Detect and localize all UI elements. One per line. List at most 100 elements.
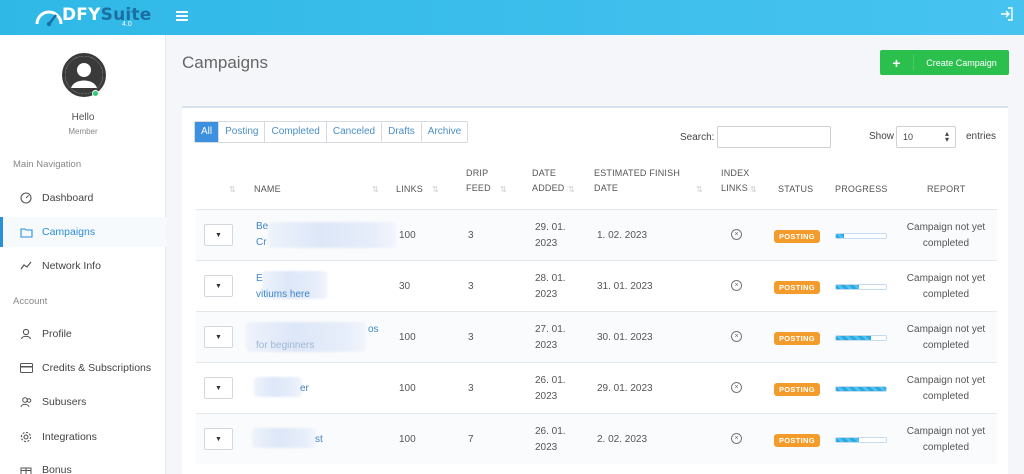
row-actions-dropdown[interactable]: ▼ — [204, 377, 233, 399]
user-icon — [19, 327, 33, 341]
filter-canceled[interactable]: Canceled — [327, 122, 383, 142]
sidebar-item-dashboard[interactable]: Dashboard — [0, 183, 166, 213]
date-added: 26. 01. 2023 — [535, 375, 566, 402]
report-text: Campaign not yet completed — [906, 324, 986, 351]
search-input[interactable] — [717, 126, 831, 148]
hamburger-icon[interactable] — [176, 8, 188, 24]
col-header-drip-feed[interactable]: DRIP FEED — [466, 166, 491, 196]
logout-icon[interactable] — [1000, 7, 1014, 21]
sidebar-item-label: Dashboard — [42, 192, 94, 204]
sort-icon[interactable]: ⇅ — [696, 185, 703, 194]
sidebar-item-profile[interactable]: Profile — [0, 319, 166, 349]
create-campaign-button[interactable]: + Create Campaign — [880, 50, 1009, 75]
gift-icon — [19, 463, 33, 474]
greeting: Hello — [71, 112, 95, 123]
main-nav-title: Main Navigation — [13, 159, 82, 170]
col-header-report: REPORT — [927, 184, 966, 194]
row-actions-dropdown[interactable]: ▼ — [204, 275, 233, 297]
redacted-name-blur — [268, 222, 396, 248]
caret-down-icon: ▼ — [215, 333, 222, 341]
drip-feed: 3 — [468, 281, 474, 292]
sidebar-item-label: Credits & Subscriptions — [42, 362, 152, 374]
filter-archive[interactable]: Archive — [422, 122, 467, 142]
col-header-estimated-finish[interactable]: ESTIMATED FINISH DATE — [594, 166, 680, 196]
col-header-index-links[interactable]: INDEX LINKS — [721, 166, 750, 196]
row-actions-dropdown[interactable]: ▼ — [204, 326, 233, 348]
sidebar-item-label: Campaigns — [42, 226, 96, 238]
page-title: Campaigns — [182, 53, 268, 72]
index-links-off-icon: × — [731, 331, 742, 342]
status-badge: POSTING — [774, 332, 820, 345]
row-actions-dropdown[interactable]: ▼ — [204, 224, 233, 246]
sort-icon[interactable]: ⇅ — [568, 185, 575, 194]
filter-drafts[interactable]: Drafts — [382, 122, 422, 142]
index-links-off-icon: × — [731, 433, 742, 444]
campaign-name-link[interactable]: Be Cr — [256, 219, 268, 251]
user-avatar-icon — [65, 56, 103, 94]
date-added: 26. 01. 2023 — [535, 426, 566, 453]
campaign-name-link[interactable]: st — [315, 432, 323, 448]
progress-bar — [835, 335, 887, 341]
filter-all[interactable]: All — [195, 122, 220, 142]
estimated-finish: 2. 02. 2023 — [597, 434, 648, 445]
col-header-status: STATUS — [778, 184, 814, 194]
date-added: 29. 01. 2023 — [535, 222, 566, 249]
online-status-dot — [92, 90, 99, 97]
col-header-name[interactable]: NAME — [254, 182, 281, 197]
col-header-date-added[interactable]: DATE ADDED — [532, 166, 565, 196]
sort-icon[interactable]: ⇅ — [750, 185, 757, 194]
filter-posting[interactable]: Posting — [219, 122, 266, 142]
report-text: Campaign not yet completed — [906, 273, 986, 300]
status-badge: POSTING — [774, 383, 820, 396]
sidebar-item-network-info[interactable]: Network Info — [0, 251, 166, 281]
report-text: Campaign not yet completed — [906, 426, 986, 453]
links-count: 100 — [399, 434, 416, 445]
sort-icon[interactable]: ⇅ — [500, 185, 507, 194]
date-added: 27. 01. 2023 — [535, 324, 566, 351]
table-row: ▼ st 100 7 26. 01. 2023 2. 02. 2023 × POS… — [196, 413, 997, 464]
logo[interactable]: DFYSuite 4.0 — [34, 2, 151, 32]
report-text: Campaign not yet completed — [906, 375, 986, 402]
progress-bar — [835, 386, 887, 392]
campaign-name-link[interactable]: os — [368, 322, 379, 338]
account-title: Account — [13, 296, 48, 307]
row-actions-dropdown[interactable]: ▼ — [204, 428, 233, 450]
links-count: 100 — [399, 230, 416, 241]
sort-icon[interactable]: ⇅ — [372, 185, 379, 194]
estimated-finish: 29. 01. 2023 — [597, 383, 653, 394]
user-role: Member — [68, 127, 98, 136]
campaign-name-subtitle: for beginners — [256, 340, 315, 351]
status-badge: POSTING — [774, 230, 820, 243]
filter-completed[interactable]: Completed — [265, 122, 327, 142]
sidebar-item-credits[interactable]: Credits & Subscriptions — [0, 353, 166, 383]
sidebar-item-subusers[interactable]: Subusers — [0, 387, 166, 417]
drip-feed: 7 — [468, 434, 474, 445]
sidebar-item-bonus[interactable]: Bonus — [0, 455, 166, 474]
entries-per-page-select[interactable]: 10 ▴ ▾ — [896, 126, 956, 148]
estimated-finish: 31. 01. 2023 — [597, 281, 653, 292]
plus-icon: + — [880, 54, 914, 71]
entries-label: entries — [966, 131, 997, 142]
status-badge: POSTING — [774, 434, 820, 447]
gear-icon — [19, 430, 33, 444]
top-bar: DFYSuite 4.0 — [0, 0, 1024, 35]
sort-updown-icon: ▴ ▾ — [944, 129, 949, 144]
sort-icon[interactable]: ⇅ — [432, 185, 439, 194]
index-links-off-icon: × — [731, 280, 742, 291]
gauge-icon — [19, 191, 33, 205]
caret-down-icon: ▼ — [215, 384, 222, 392]
logo-version: 4.0 — [122, 21, 132, 28]
sort-icon[interactable]: ⇅ — [229, 185, 236, 194]
campaign-name-link[interactable]: er — [300, 381, 309, 397]
col-header-links[interactable]: LINKS — [396, 182, 423, 197]
sidebar-item-campaigns[interactable]: Campaigns — [0, 217, 166, 247]
table-row: ▼ Be Cr 100 3 29. 01. 2023 1. 02. 2023 × P… — [196, 209, 997, 260]
campaign-name-link[interactable]: Evitiums here — [256, 271, 310, 303]
avatar[interactable] — [62, 53, 106, 97]
sidebar-item-integrations[interactable]: Integrations — [0, 422, 166, 452]
show-label: Show — [869, 131, 895, 142]
credit-card-icon — [19, 361, 33, 375]
sidebar-item-label: Network Info — [42, 260, 101, 272]
drip-feed: 3 — [468, 383, 474, 394]
sidebar: Hello Member Main Navigation Dashboard C… — [0, 35, 166, 474]
